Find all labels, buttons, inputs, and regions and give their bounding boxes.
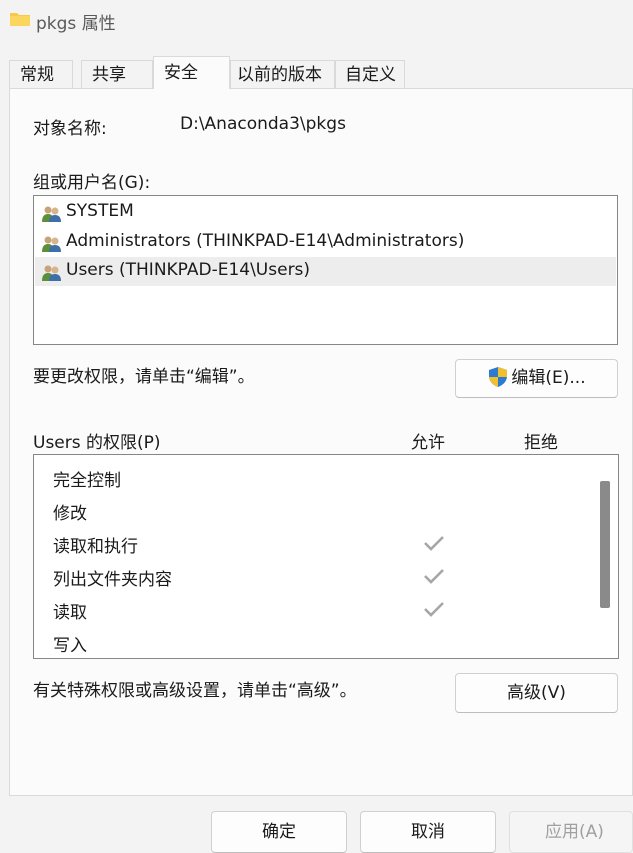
list-item-users[interactable]: Users (THINKPAD-E14\Users) bbox=[35, 257, 616, 286]
object-name-value: D:\Anaconda3\pkgs bbox=[180, 114, 346, 134]
edit-button[interactable]: 编辑(E)... bbox=[455, 359, 618, 398]
cancel-button[interactable]: 取消 bbox=[360, 811, 496, 853]
user-group-icon bbox=[42, 265, 61, 281]
tab-sharing[interactable]: 共享 bbox=[81, 60, 153, 88]
permission-row: 完全控制 bbox=[34, 460, 594, 493]
user-group-icon bbox=[42, 236, 61, 252]
permission-row: 修改 bbox=[34, 493, 594, 526]
uac-shield-icon bbox=[489, 367, 508, 387]
object-name-label: 对象名称: bbox=[33, 119, 107, 139]
scroll-thumb[interactable] bbox=[600, 481, 610, 608]
deny-column-header: 拒绝 bbox=[524, 433, 558, 453]
list-item-label: Administrators (THINKPAD-E14\Administrat… bbox=[66, 231, 465, 251]
check-icon bbox=[424, 569, 444, 584]
window-title: pkgs 属性 bbox=[36, 14, 116, 34]
groups-list[interactable]: SYSTEM Administrators (THINKPAD-E14\Admi… bbox=[33, 195, 618, 345]
check-icon bbox=[424, 602, 444, 617]
tab-security[interactable]: 安全 bbox=[153, 56, 230, 89]
permission-row: 写入 bbox=[34, 625, 594, 658]
list-item-administrators[interactable]: Administrators (THINKPAD-E14\Administrat… bbox=[35, 228, 616, 257]
permission-name: 写入 bbox=[53, 636, 87, 656]
list-item-label: Users (THINKPAD-E14\Users) bbox=[66, 260, 311, 280]
permission-name: 修改 bbox=[53, 504, 87, 524]
user-group-icon bbox=[42, 206, 61, 222]
permission-row: 读取和执行 bbox=[34, 526, 594, 559]
advanced-hint: 有关特殊权限或高级设置，请单击“高级”。 bbox=[33, 681, 357, 701]
permission-name: 完全控制 bbox=[53, 471, 121, 491]
scrollbar[interactable] bbox=[592, 455, 618, 658]
advanced-button[interactable]: 高级(V) bbox=[455, 673, 618, 713]
folder-icon bbox=[10, 13, 30, 26]
edit-button-label: 编辑(E)... bbox=[511, 368, 586, 388]
ok-button[interactable]: 确定 bbox=[211, 811, 347, 853]
list-item-label: SYSTEM bbox=[66, 201, 134, 221]
permission-row: 列出文件夹内容 bbox=[34, 559, 594, 592]
tab-general[interactable]: 常规 bbox=[9, 60, 73, 88]
permission-name: 读取 bbox=[53, 603, 87, 623]
list-item-system[interactable]: SYSTEM bbox=[35, 198, 616, 227]
title-bar: pkgs 属性 bbox=[0, 0, 633, 40]
allow-column-header: 允许 bbox=[411, 433, 445, 453]
tab-bar: 常规 共享 安全 以前的版本 自定义 bbox=[0, 56, 633, 89]
permission-name: 列出文件夹内容 bbox=[53, 570, 172, 590]
edit-hint: 要更改权限，请单击“编辑”。 bbox=[33, 367, 255, 387]
apply-button[interactable]: 应用(A) bbox=[509, 811, 633, 853]
permissions-list[interactable]: 完全控制 修改 读取和执行 列出文件夹内容 读取 写入 bbox=[33, 454, 619, 659]
permission-row: 读取 bbox=[34, 592, 594, 625]
groups-label: 组或用户名(G): bbox=[33, 173, 151, 193]
tab-previous-versions[interactable]: 以前的版本 bbox=[230, 60, 335, 88]
tab-customize[interactable]: 自定义 bbox=[335, 60, 405, 88]
check-icon bbox=[424, 536, 444, 551]
permission-name: 读取和执行 bbox=[53, 537, 138, 557]
permissions-label: Users 的权限(P) bbox=[33, 433, 161, 453]
